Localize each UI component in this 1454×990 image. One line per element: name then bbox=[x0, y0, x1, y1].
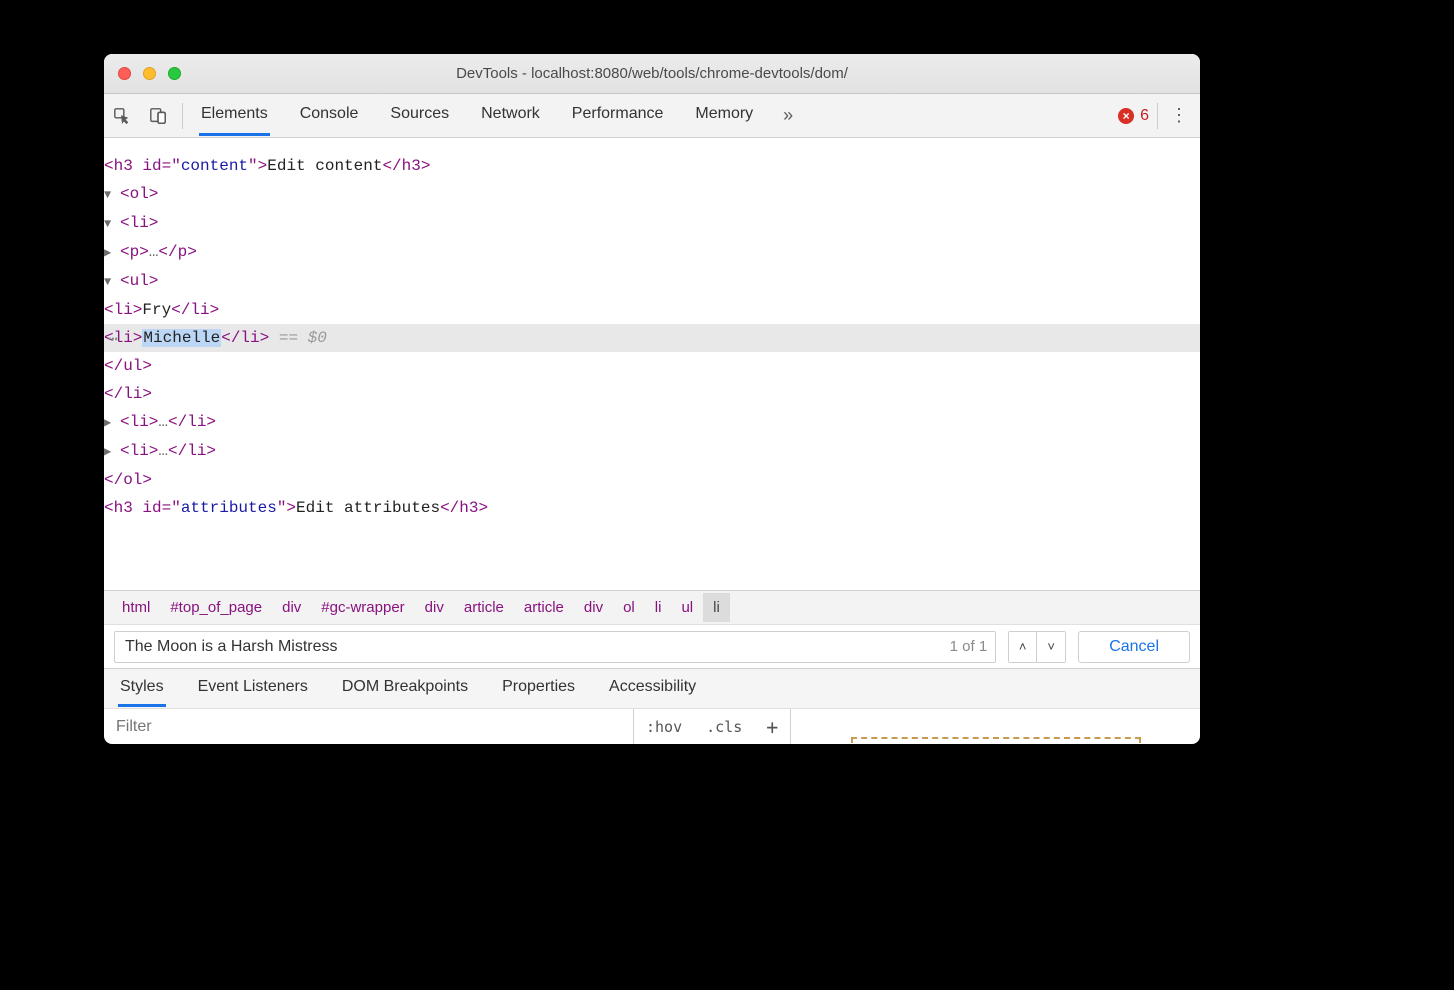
dom-row[interactable]: <p>…</p> bbox=[104, 238, 1200, 267]
styles-filter-box bbox=[104, 709, 634, 744]
search-prev-button[interactable]: ˄ bbox=[1009, 632, 1037, 662]
cls-toggle-button[interactable]: .cls bbox=[694, 709, 754, 744]
titlebar: DevTools - localhost:8080/web/tools/chro… bbox=[104, 54, 1200, 94]
error-count-value: 6 bbox=[1140, 107, 1149, 125]
find-bar: 1 of 1 ˄ ˅ Cancel bbox=[104, 624, 1200, 668]
breadcrumb-item[interactable]: html bbox=[112, 593, 160, 622]
breadcrumb-item[interactable]: div bbox=[272, 593, 311, 622]
tab-sources[interactable]: Sources bbox=[388, 95, 451, 136]
styles-filter-input[interactable] bbox=[104, 718, 633, 736]
breadcrumb-item[interactable]: ol bbox=[613, 593, 645, 622]
breadcrumb-item[interactable]: ul bbox=[671, 593, 703, 622]
subtab-dom-breakpoints[interactable]: DOM Breakpoints bbox=[340, 670, 470, 707]
sidebar-tabs: Styles Event Listeners DOM Breakpoints P… bbox=[104, 668, 1200, 708]
zoom-window-button[interactable] bbox=[168, 67, 181, 80]
tab-performance[interactable]: Performance bbox=[570, 95, 666, 136]
breadcrumb-item[interactable]: #gc-wrapper bbox=[311, 593, 414, 622]
expand-toggle-icon[interactable] bbox=[104, 268, 118, 296]
dom-row[interactable]: <h3 id="attributes">Edit attributes</h3> bbox=[104, 494, 1200, 522]
dom-row-partial bbox=[104, 138, 1200, 152]
box-model-preview bbox=[791, 711, 1200, 743]
dom-row[interactable]: <ol> bbox=[104, 180, 1200, 209]
breadcrumb-item[interactable]: li bbox=[645, 593, 672, 622]
breadcrumb-item[interactable]: article bbox=[454, 593, 514, 622]
tab-console[interactable]: Console bbox=[298, 95, 361, 136]
tab-elements[interactable]: Elements bbox=[199, 95, 270, 136]
toolbar-divider bbox=[182, 103, 183, 129]
search-stepper: ˄ ˅ bbox=[1008, 631, 1066, 663]
subtab-properties[interactable]: Properties bbox=[500, 670, 577, 707]
margin-box-fragment bbox=[851, 737, 1141, 743]
hov-toggle-button[interactable]: :hov bbox=[634, 709, 694, 744]
window-title: DevTools - localhost:8080/web/tools/chro… bbox=[104, 65, 1200, 82]
error-icon: × bbox=[1118, 108, 1134, 124]
dom-row[interactable]: <li>…</li> bbox=[104, 408, 1200, 437]
toolbar-divider bbox=[1157, 103, 1158, 129]
devtools-toolbar: Elements Console Sources Network Perform… bbox=[104, 94, 1200, 138]
device-toolbar-icon[interactable] bbox=[140, 100, 176, 132]
traffic-lights bbox=[118, 67, 181, 80]
search-input[interactable] bbox=[115, 638, 942, 656]
expand-toggle-icon[interactable] bbox=[104, 210, 118, 238]
dom-row[interactable]: <li>Fry</li> bbox=[104, 296, 1200, 324]
expand-toggle-icon[interactable] bbox=[104, 239, 118, 267]
dom-breadcrumb: html #top_of_page div #gc-wrapper div ar… bbox=[104, 590, 1200, 624]
expand-toggle-icon[interactable] bbox=[104, 409, 118, 437]
close-window-button[interactable] bbox=[118, 67, 131, 80]
dom-row[interactable]: <li>…</li> bbox=[104, 437, 1200, 466]
dom-tree[interactable]: <h3 id="content">Edit content</h3> <ol> … bbox=[104, 138, 1200, 590]
settings-menu-icon[interactable]: ⋮ bbox=[1164, 105, 1194, 126]
dom-row[interactable]: </ol> bbox=[104, 466, 1200, 494]
expand-toggle-icon[interactable] bbox=[104, 181, 118, 209]
expand-toggle-icon[interactable] bbox=[104, 438, 118, 466]
search-result-count: 1 of 1 bbox=[942, 638, 996, 655]
devtools-window: DevTools - localhost:8080/web/tools/chro… bbox=[104, 54, 1200, 744]
breadcrumb-item[interactable]: div bbox=[415, 593, 454, 622]
search-box: 1 of 1 bbox=[114, 631, 996, 663]
more-tabs-button[interactable]: » bbox=[775, 101, 801, 130]
dom-text-editing[interactable]: Michelle bbox=[142, 329, 221, 347]
tab-memory[interactable]: Memory bbox=[693, 95, 755, 136]
dollar-zero-reference: == $0 bbox=[269, 329, 327, 347]
dom-row[interactable]: <ul> bbox=[104, 267, 1200, 296]
search-next-button[interactable]: ˅ bbox=[1037, 632, 1065, 662]
tab-network[interactable]: Network bbox=[479, 95, 542, 136]
breadcrumb-item[interactable]: #top_of_page bbox=[160, 593, 272, 622]
search-cancel-button[interactable]: Cancel bbox=[1078, 631, 1190, 663]
panel-tabs: Elements Console Sources Network Perform… bbox=[199, 95, 755, 136]
dom-row[interactable]: </li> bbox=[104, 380, 1200, 408]
dom-row-partial bbox=[104, 522, 1200, 534]
dom-row-selected[interactable]: <li>Michelle</li> == $0 bbox=[104, 324, 1200, 352]
new-style-rule-button[interactable]: + bbox=[754, 709, 791, 744]
styles-toolbar-buttons: :hov .cls + bbox=[634, 709, 791, 744]
dom-row[interactable]: </ul> bbox=[104, 352, 1200, 380]
inspect-element-icon[interactable] bbox=[104, 100, 140, 132]
minimize-window-button[interactable] bbox=[143, 67, 156, 80]
subtab-accessibility[interactable]: Accessibility bbox=[607, 670, 698, 707]
subtab-event-listeners[interactable]: Event Listeners bbox=[196, 670, 310, 707]
error-counter[interactable]: × 6 bbox=[1118, 107, 1149, 125]
breadcrumb-item[interactable]: article bbox=[514, 593, 574, 622]
breadcrumb-item[interactable]: div bbox=[574, 593, 613, 622]
subtab-styles[interactable]: Styles bbox=[118, 670, 166, 707]
breadcrumb-item-current[interactable]: li bbox=[703, 593, 730, 622]
dom-row[interactable]: <h3 id="content">Edit content</h3> bbox=[104, 152, 1200, 180]
styles-filter-row: :hov .cls + bbox=[104, 708, 1200, 744]
dom-row[interactable]: <li> bbox=[104, 209, 1200, 238]
